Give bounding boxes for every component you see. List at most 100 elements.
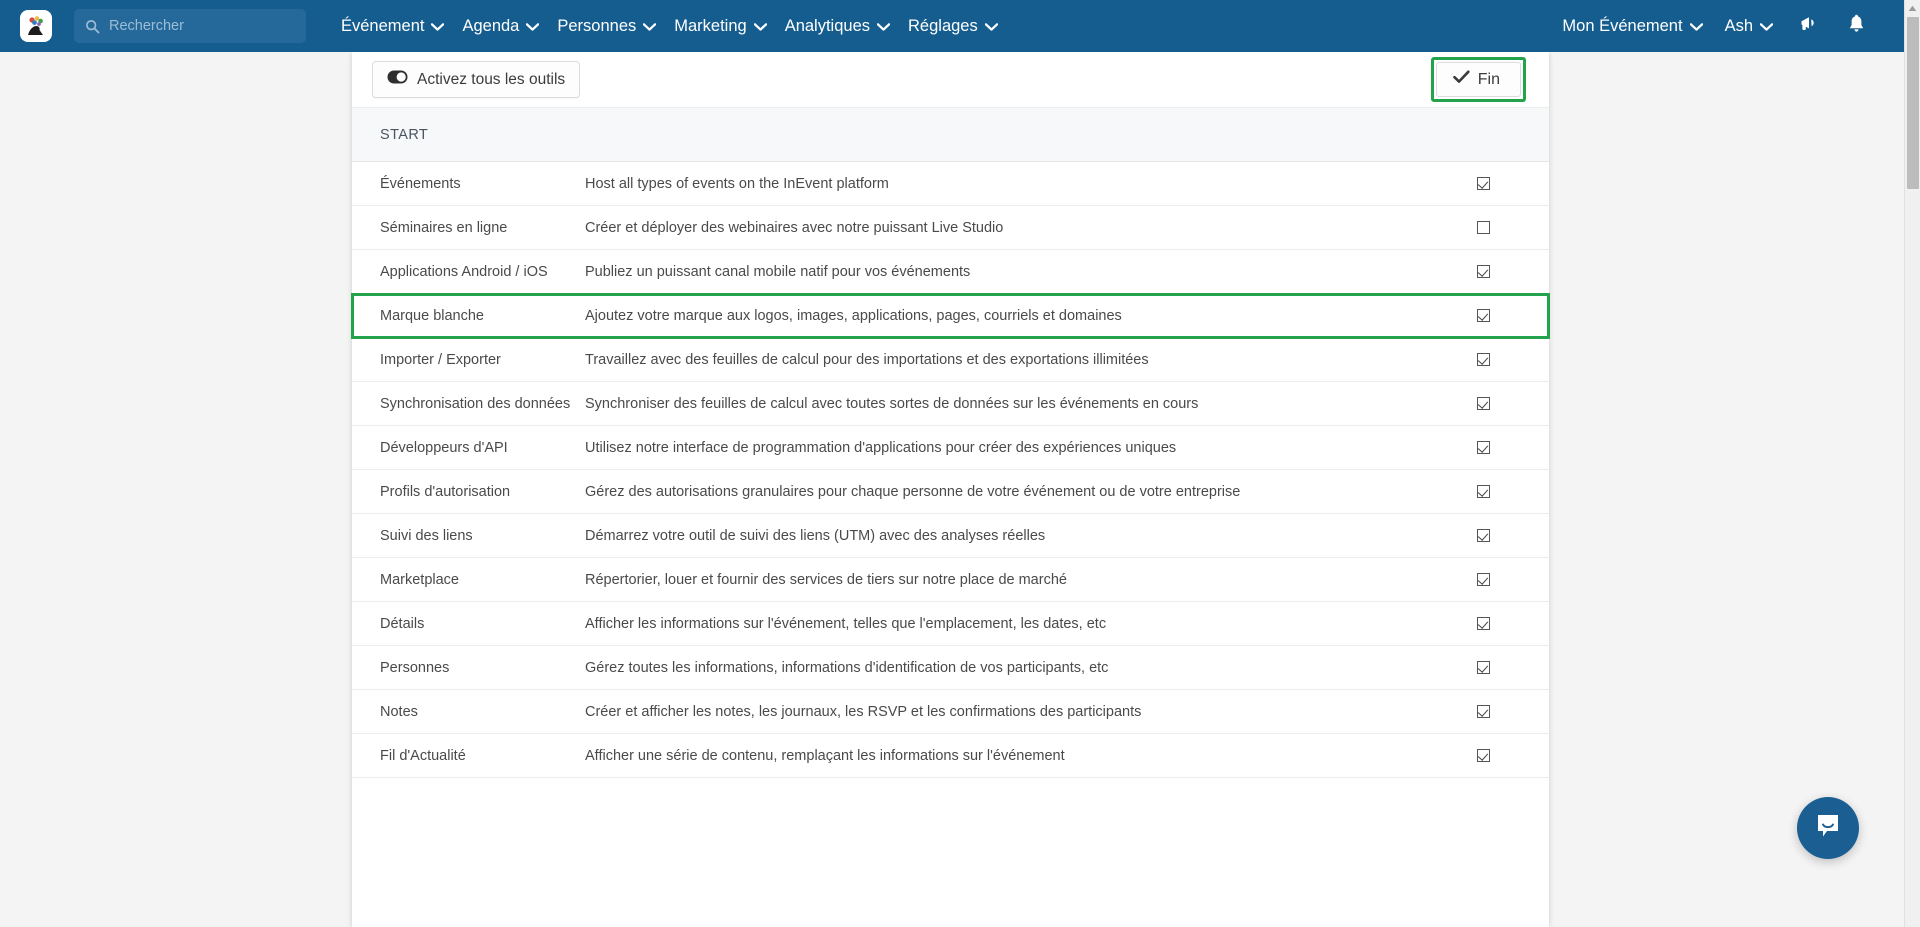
chevron-down-icon [1759,17,1774,36]
nav-item-reglages[interactable]: Réglages [899,11,1007,42]
table-row[interactable]: Profils d'autorisation Gérez des autorisa… [352,470,1549,514]
checkbox-checked[interactable] [1477,705,1490,718]
tool-description: Travaillez avec des feuilles de calcul p… [585,351,1149,368]
checkbox-checked[interactable] [1477,485,1490,498]
done-button[interactable]: Fin [1435,62,1521,97]
tool-description: Ajoutez votre marque aux logos, images, … [585,307,1122,324]
chevron-down-icon [753,17,767,36]
tool-checkbox-cell [1477,617,1549,630]
table-row[interactable]: Suivi des liens Démarrez votre outil de s… [352,514,1549,558]
chat-bubble-icon [1813,811,1843,846]
event-selector[interactable]: Mon Événement [1553,11,1711,42]
intercom-chat-launcher[interactable] [1797,797,1859,859]
tool-checkbox-cell [1477,309,1549,322]
checkbox-checked[interactable] [1477,617,1490,630]
table-row[interactable]: Marketplace Répertorier, louer et fournir… [352,558,1549,602]
tool-name: Marque blanche [380,307,484,324]
chevron-down-icon [431,17,445,36]
scroll-up-arrow-icon[interactable] [1905,0,1920,16]
tool-checkbox-cell [1477,529,1549,542]
enable-all-tools-label: Activez tous les outils [417,70,566,88]
tools-list: Événements Host all types of events on th… [351,162,1550,778]
tool-checkbox-cell [1477,353,1549,366]
nav-item-agenda[interactable]: Agenda [453,11,548,42]
table-row[interactable]: Importer / Exporter Travaillez avec des f… [352,338,1549,382]
tool-name: Importer / Exporter [380,351,501,368]
enable-all-tools-button[interactable]: Activez tous les outils [372,61,581,98]
checkbox-checked[interactable] [1477,309,1490,322]
checkbox-checked[interactable] [1477,661,1490,674]
nav-item-evenement-label: Événement [341,16,425,35]
tool-checkbox-cell [1477,573,1549,586]
search-box[interactable] [74,9,306,43]
checkbox-checked[interactable] [1477,177,1490,190]
done-button-label: Fin [1477,70,1500,88]
tool-description: Gérez toutes les informations, informati… [585,659,1109,676]
user-menu[interactable]: Ash [1716,11,1782,42]
checkbox-checked[interactable] [1477,441,1490,454]
table-row[interactable]: Synchronisation des données Synchroniser … [352,382,1549,426]
checkbox-checked[interactable] [1477,265,1490,278]
nav-item-analytiques-label: Analytiques [784,16,871,35]
tool-description: Créer et afficher les notes, les journau… [585,703,1142,720]
logo-glyph [28,16,43,35]
top-navigation-bar: Événement Agenda Personnes Marketing Ana [0,0,1904,52]
notifications-button[interactable] [1835,8,1878,45]
tool-description: Démarrez votre outil de suivi des liens … [585,527,1046,544]
tool-description: Afficher une série de contenu, remplaçan… [585,747,1065,764]
table-row[interactable]: Événements Host all types of events on th… [352,162,1549,206]
section-header-label: START [380,126,429,143]
table-row[interactable]: Détails Afficher les informations sur l'é… [352,602,1549,646]
nav-item-reglages-label: Réglages [908,16,978,35]
tool-name: Notes [380,703,418,720]
tool-description: Afficher les informations sur l'événemen… [585,615,1107,632]
announcements-button[interactable] [1786,8,1831,44]
tools-configuration-card: Activez tous les outils Fin START Événem… [351,52,1550,927]
table-row[interactable]: Marque blanche Ajoutez votre marque aux l… [351,293,1550,339]
nav-item-evenement[interactable]: Événement [332,11,453,42]
nav-item-personnes[interactable]: Personnes [548,11,665,42]
tool-checkbox-cell [1477,705,1549,718]
checkbox-unchecked[interactable] [1477,221,1490,234]
page-scrollbar[interactable] [1904,0,1920,927]
tool-description: Publiez un puissant canal mobile natif p… [585,263,971,280]
megaphone-icon [1798,14,1819,38]
checkbox-checked[interactable] [1477,353,1490,366]
event-selector-label: Mon Événement [1562,16,1683,35]
table-row[interactable]: Développeurs d'API Utilisez notre interfa… [352,426,1549,470]
tool-name: Développeurs d'API [380,439,508,456]
table-row[interactable]: Fil d'Actualité Afficher une série de con… [352,734,1549,778]
tool-checkbox-cell [1477,441,1549,454]
scrollbar-thumb[interactable] [1907,17,1919,189]
primary-menu: Événement Agenda Personnes Marketing Ana [332,11,1007,42]
tool-description: Utilisez notre interface de programmatio… [585,439,1177,456]
bell-icon [1847,14,1866,39]
checkbox-checked[interactable] [1477,573,1490,586]
tool-name: Marketplace [380,571,459,588]
toggle-on-icon [387,70,408,89]
tool-checkbox-cell [1477,749,1549,762]
nav-item-analytiques[interactable]: Analytiques [776,11,899,42]
nav-item-personnes-label: Personnes [557,16,637,35]
inevent-logo[interactable] [20,10,52,42]
tool-checkbox-cell [1477,661,1549,674]
section-header-start: START [352,107,1549,162]
checkbox-checked[interactable] [1477,397,1490,410]
search-input[interactable] [109,18,279,34]
checkbox-checked[interactable] [1477,749,1490,762]
table-row[interactable]: Séminaires en ligne Créer et déployer des… [352,206,1549,250]
checkbox-checked[interactable] [1477,529,1490,542]
tool-name: Applications Android / iOS [380,263,548,280]
tool-name: Synchronisation des données [380,395,571,412]
tool-description: Synchroniser des feuilles de calcul avec… [585,395,1199,412]
chevron-down-icon [643,17,657,36]
tool-checkbox-cell [1477,221,1549,234]
tool-description: Répertorier, louer et fournir des servic… [585,571,1067,588]
tool-name: Événements [380,175,461,192]
table-row[interactable]: Personnes Gérez toutes les informations, … [352,646,1549,690]
tool-name: Séminaires en ligne [380,219,508,236]
table-row[interactable]: Notes Créer et afficher les notes, les jo… [352,690,1549,734]
table-row[interactable]: Applications Android / iOS Publiez un pui… [352,250,1549,294]
chevron-down-icon [984,17,998,36]
nav-item-marketing[interactable]: Marketing [665,11,775,42]
